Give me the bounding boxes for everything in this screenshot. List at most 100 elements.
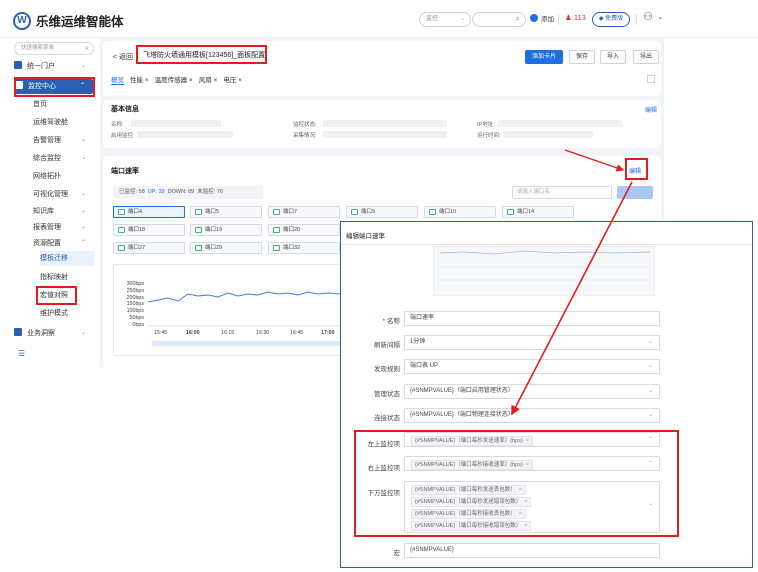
sidebar-item-metric-map[interactable]: 指标映射	[40, 270, 94, 285]
sidebar-item-knowledge[interactable]: 知识库 ⌄	[33, 204, 94, 219]
port-label: 端口19	[205, 227, 223, 233]
y-tick-label: 150bps	[126, 301, 144, 307]
x-tick-label: 16:00	[186, 330, 200, 336]
tab-overview[interactable]: 概览	[111, 74, 124, 85]
sidebar-search-input[interactable]: 快速搜索菜单 ⌕	[14, 42, 94, 55]
tab-temperature[interactable]: 温度传感器 ×	[155, 74, 193, 85]
collapse-menu-icon[interactable]: ☰	[18, 349, 25, 358]
top-search-input[interactable]: ⌕	[472, 12, 526, 27]
port-icon	[195, 209, 202, 215]
port-icon	[507, 209, 514, 215]
app-logo[interactable]: W 乐维运维智能体	[13, 11, 124, 30]
port-item[interactable]: 端口18	[113, 224, 185, 236]
field-label-discover: 发现规则	[374, 366, 400, 373]
sidebar-item-label: 模板迁移	[40, 255, 68, 262]
port-icon	[273, 227, 280, 233]
x-tick-label: 16:15	[221, 330, 235, 336]
port-item[interactable]: 端口32	[268, 242, 340, 254]
port-icon	[273, 209, 280, 215]
tab-performance[interactable]: 性能 ×	[130, 74, 149, 85]
refresh-select[interactable]: 1分钟 ⌄	[404, 335, 660, 350]
x-tick-label: 17:00	[321, 330, 335, 336]
port-item[interactable]: 端口10	[424, 206, 496, 218]
add-tab-icon[interactable]	[647, 75, 655, 83]
time-range-slider[interactable]	[152, 341, 340, 346]
sidebar-item-home[interactable]: 首页	[33, 97, 94, 112]
sidebar-item-macro[interactable]: 宏值对照	[40, 288, 94, 303]
chevron-down-icon: ⌄	[80, 63, 86, 69]
tab-voltage[interactable]: 电压 ×	[223, 74, 242, 85]
sidebar-item-maintenance[interactable]: 维护模式	[40, 306, 94, 321]
add-button[interactable]: 添加	[530, 13, 554, 23]
search-icon[interactable]: ⌕	[85, 43, 89, 54]
user-icon[interactable]: ⚇	[643, 10, 653, 23]
add-card-button[interactable]: 添加卡片	[525, 50, 563, 64]
stat-unmonitored: 未监控: 70	[197, 189, 223, 195]
port-item[interactable]: 端口29	[190, 242, 262, 254]
sidebar-item-cockpit[interactable]: 运维驾驶舱	[33, 115, 94, 130]
bell-icon: ♟	[565, 13, 572, 22]
port-item[interactable]: 端口19	[190, 224, 262, 236]
y-tick-label: 250bps	[126, 288, 144, 294]
macro-input[interactable]: {#SNMPVALUE}	[404, 543, 660, 558]
back-button[interactable]: < 返回	[113, 52, 133, 62]
stat-up: UP: 39	[147, 189, 165, 195]
port-item[interactable]: 端口4	[113, 206, 185, 218]
import-button[interactable]: 导入	[600, 50, 626, 64]
chevron-down-icon[interactable]: ⌄	[657, 12, 664, 21]
alarm-button[interactable]: ♟ 113	[565, 13, 586, 22]
port-search-input[interactable]: 请输入端口名	[512, 186, 612, 199]
port-item[interactable]: 端口9	[346, 206, 418, 218]
sidebar-item-label: 告警管理	[33, 137, 61, 144]
monitor-select-value: 监控	[426, 16, 439, 22]
field-label-refresh: 刷新间隔	[374, 342, 400, 349]
sidebar-item-label: 统一门户	[27, 63, 55, 70]
name-input[interactable]: 端口速率	[404, 311, 660, 326]
discover-rule-select[interactable]: 端口表 UP ⌄	[404, 359, 660, 374]
port-label: 端口14	[517, 209, 535, 215]
sidebar-item-integrated[interactable]: 综合监控 ⌄	[33, 151, 94, 166]
sidebar-item-alarm[interactable]: 告警管理 ⌄	[33, 133, 94, 148]
edit-link[interactable]: 编辑	[645, 105, 657, 114]
chevron-down-icon: ⌄	[80, 224, 86, 230]
save-button[interactable]: 保存	[569, 50, 595, 64]
link-status-select[interactable]: {#SNMPVALUE}（端口物理连接状态） ⌄	[404, 408, 660, 423]
port-icon	[195, 227, 202, 233]
sidebar-item-label: 综合监控	[33, 155, 61, 162]
export-button[interactable]: 导出	[633, 50, 659, 64]
sidebar-item-visual[interactable]: 可视化管理 ⌄	[33, 187, 94, 202]
port-search-placeholder: 请输入端口名	[517, 189, 551, 195]
monitor-select[interactable]: 监控 ⌄	[419, 12, 471, 27]
name-label: 名称	[387, 318, 400, 325]
sidebar-search-placeholder: 快速搜索菜单	[21, 45, 55, 51]
port-item[interactable]: 端口27	[113, 242, 185, 254]
port-item[interactable]: 端口14	[502, 206, 574, 218]
admin-status-select[interactable]: {#SNMPVALUE}（端口启用管理状态） ⌄	[404, 384, 660, 399]
free-version-badge[interactable]: ◆ 免费版	[592, 12, 630, 27]
sidebar-item-topology[interactable]: 网络拓扑	[33, 169, 94, 184]
sidebar-item-report[interactable]: 报表管理 ⌄	[33, 220, 94, 235]
chevron-down-icon: ⌄	[80, 208, 86, 214]
add-label: 添加	[541, 16, 554, 23]
required-asterisk: *	[382, 318, 385, 325]
sidebar-item-label: 宏值对照	[40, 292, 68, 299]
query-button[interactable]	[617, 186, 653, 199]
field-label: IP地址:	[477, 122, 495, 128]
port-label: 端口29	[205, 245, 223, 251]
highlight-box	[14, 77, 95, 97]
link-value: {#SNMPVALUE}（端口物理连接状态）	[410, 412, 514, 418]
port-item[interactable]: 端口5	[190, 206, 262, 218]
sidebar-item-portal[interactable]: 统一门户 ⌄	[14, 59, 94, 74]
sidebar-item-business[interactable]: 业务洞察 ⌄	[14, 326, 94, 341]
search-icon[interactable]: ⌕	[516, 14, 520, 24]
port-status-summary: 已监控: 58 UP: 39 DOWN: 89 未监控: 70	[113, 186, 263, 199]
field-label: 监控状态:	[293, 122, 317, 128]
field-label: 运行时间:	[477, 133, 501, 139]
port-item[interactable]: 端口7	[268, 206, 340, 218]
port-item[interactable]: 端口20	[268, 224, 340, 236]
sidebar-item-template-migration[interactable]: 模板迁移	[40, 251, 94, 266]
sidebar-item-resource[interactable]: 资源配置 ⌃	[33, 236, 94, 251]
port-label: 端口32	[283, 245, 301, 251]
tab-fan[interactable]: 风扇 ×	[199, 74, 218, 85]
port-label: 端口18	[128, 227, 146, 233]
